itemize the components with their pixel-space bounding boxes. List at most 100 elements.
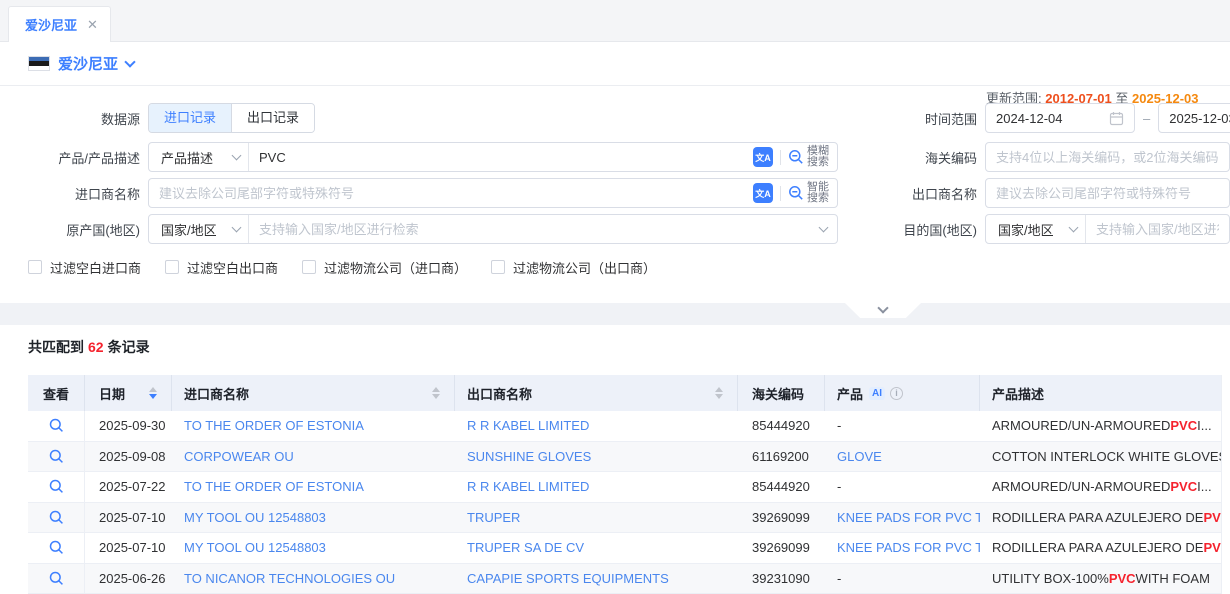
trade-data-page: 爱沙尼亚 ✕ 爱沙尼亚 更新范围: 2012-07-01 至 2025-12-0… xyxy=(0,0,1230,594)
col-header-exporter[interactable]: 出口商名称 xyxy=(455,375,738,411)
chevron-down-icon xyxy=(877,302,888,313)
view-magnifier-icon xyxy=(49,449,64,464)
exporter-link[interactable]: R R KABEL LIMITED xyxy=(467,479,589,494)
destination-input[interactable] xyxy=(1086,215,1229,243)
importer-link[interactable]: TO NICANOR TECHNOLOGIES OU xyxy=(184,571,395,586)
date-start-input[interactable] xyxy=(986,104,1109,132)
row-date: 2025-07-22 xyxy=(85,472,172,502)
filter-checkbox[interactable]: 过滤物流公司（进口商） xyxy=(302,258,467,277)
view-record-button[interactable] xyxy=(49,571,64,586)
chevron-down-icon xyxy=(1069,223,1079,233)
destination-field: 国家/地区 xyxy=(985,214,1230,244)
hs-code-field[interactable] xyxy=(985,142,1230,172)
exporter-input[interactable] xyxy=(986,179,1229,207)
translate-icon[interactable]: 文A xyxy=(753,183,773,203)
exporter-link[interactable]: SUNSHINE GLOVES xyxy=(467,449,591,464)
result-summary: 共匹配到62条记录 xyxy=(28,337,150,357)
view-magnifier-icon xyxy=(49,479,64,494)
divider xyxy=(780,150,781,165)
view-record-button[interactable] xyxy=(49,510,64,525)
col-header-date[interactable]: 日期 xyxy=(85,375,172,411)
exporter-field[interactable] xyxy=(985,178,1230,208)
zoom-search-icon xyxy=(788,185,804,201)
country-name[interactable]: 爱沙尼亚 xyxy=(58,53,118,74)
importer-link[interactable]: TO THE ORDER OF ESTONIA xyxy=(184,418,364,433)
view-record-button[interactable] xyxy=(49,479,64,494)
tab-import-records[interactable]: 进口记录 xyxy=(149,104,231,132)
hs-code-input[interactable] xyxy=(986,143,1229,171)
importer-link[interactable]: MY TOOL OU 12548803 xyxy=(184,510,326,525)
exporter-link[interactable]: CAPAPIE SPORTS EQUIPMENTS xyxy=(467,571,669,586)
exporter-link[interactable]: TRUPER SA DE CV xyxy=(467,540,584,555)
importer-link[interactable]: CORPOWEAR OU xyxy=(184,449,294,464)
checkbox-icon[interactable] xyxy=(491,260,505,274)
date-end-input[interactable] xyxy=(1159,104,1230,132)
view-record-button[interactable] xyxy=(49,418,64,433)
zoom-search-icon xyxy=(788,149,804,165)
col-header-importer[interactable]: 进口商名称 xyxy=(172,375,455,411)
product-type-select[interactable]: 产品描述 xyxy=(149,143,249,171)
product-link[interactable]: GLOVE xyxy=(837,449,882,464)
sort-icon[interactable] xyxy=(715,387,723,399)
product-link[interactable]: KNEE PADS FOR PVC T... xyxy=(837,540,980,555)
filter-checkbox[interactable]: 过滤物流公司（出口商） xyxy=(491,258,656,277)
row-hs-code: 39269099 xyxy=(738,503,825,533)
row-product: KNEE PADS FOR PVC T... xyxy=(825,533,980,563)
row-hs-code: 85444920 xyxy=(738,472,825,502)
row-description: COTTON INTERLOCK WHITE GLOVES... xyxy=(980,442,1222,472)
translate-icon[interactable]: 文A xyxy=(753,147,773,167)
exporter-link[interactable]: TRUPER xyxy=(467,510,520,525)
result-count: 62 xyxy=(84,339,108,355)
filter-checkbox[interactable]: 过滤空白出口商 xyxy=(165,258,278,277)
row-date: 2025-06-26 xyxy=(85,564,172,594)
tab-estonia[interactable]: 爱沙尼亚 ✕ xyxy=(8,6,111,42)
fuzzy-search-label: 模糊搜索 xyxy=(807,146,829,168)
product-input[interactable] xyxy=(249,143,753,171)
view-magnifier-icon xyxy=(49,418,64,433)
date-end-field[interactable] xyxy=(1158,103,1230,133)
country-header: 爱沙尼亚 xyxy=(0,42,1230,86)
smart-search-button[interactable]: 智能搜索 xyxy=(788,182,829,204)
product-field: 产品描述 文A xyxy=(148,142,838,172)
importer-link[interactable]: MY TOOL OU 12548803 xyxy=(184,540,326,555)
importer-field: 文A 智能搜索 xyxy=(148,178,838,208)
filter-checkbox[interactable]: 过滤空白进口商 xyxy=(28,258,141,277)
view-record-button[interactable] xyxy=(49,540,64,555)
table-row: 2025-07-10MY TOOL OU 12548803TRUPER SA D… xyxy=(28,533,1222,564)
row-product: - xyxy=(825,564,980,594)
tab-export-records[interactable]: 出口记录 xyxy=(231,104,314,132)
col-header-description: 产品描述 xyxy=(980,375,1222,411)
row-hs-code: 85444920 xyxy=(738,411,825,441)
fuzzy-search-button[interactable]: 模糊搜索 xyxy=(788,146,829,168)
calendar-icon xyxy=(1109,111,1124,126)
checkbox-icon[interactable] xyxy=(165,260,179,274)
smart-search-label: 智能搜索 xyxy=(807,182,829,204)
sort-icon[interactable] xyxy=(149,387,157,399)
divider xyxy=(780,186,781,201)
checkbox-icon[interactable] xyxy=(28,260,42,274)
row-product: KNEE PADS FOR PVC T... xyxy=(825,503,980,533)
exporter-link[interactable]: R R KABEL LIMITED xyxy=(467,418,589,433)
importer-label: 进口商名称 xyxy=(0,184,140,203)
close-icon[interactable]: ✕ xyxy=(87,17,98,33)
view-record-button[interactable] xyxy=(49,449,64,464)
origin-input[interactable] xyxy=(249,215,820,243)
origin-field: 国家/地区 xyxy=(148,214,838,244)
sort-icon[interactable] xyxy=(432,387,440,399)
view-magnifier-icon xyxy=(49,540,64,555)
row-date: 2025-09-30 xyxy=(85,411,172,441)
info-icon[interactable]: i xyxy=(890,387,903,400)
importer-link[interactable]: TO THE ORDER OF ESTONIA xyxy=(184,479,364,494)
date-start-field[interactable] xyxy=(985,103,1135,133)
destination-type-select[interactable]: 国家/地区 xyxy=(986,215,1086,243)
importer-input[interactable] xyxy=(149,179,753,207)
filter-panel: 更新范围: 2012-07-01 至 2025-12-03 数据源 进口记录 出… xyxy=(0,86,1230,303)
chevron-down-icon[interactable] xyxy=(819,223,829,233)
chevron-down-icon[interactable] xyxy=(124,56,135,67)
time-range-label: 时间范围 xyxy=(838,109,977,128)
product-link[interactable]: KNEE PADS FOR PVC T... xyxy=(837,510,980,525)
checkbox-icon[interactable] xyxy=(302,260,316,274)
row-product: GLOVE xyxy=(825,442,980,472)
origin-type-select[interactable]: 国家/地区 xyxy=(149,215,249,243)
row-description: ARMOURED/UN-ARMOURED PVC I... xyxy=(980,411,1222,441)
